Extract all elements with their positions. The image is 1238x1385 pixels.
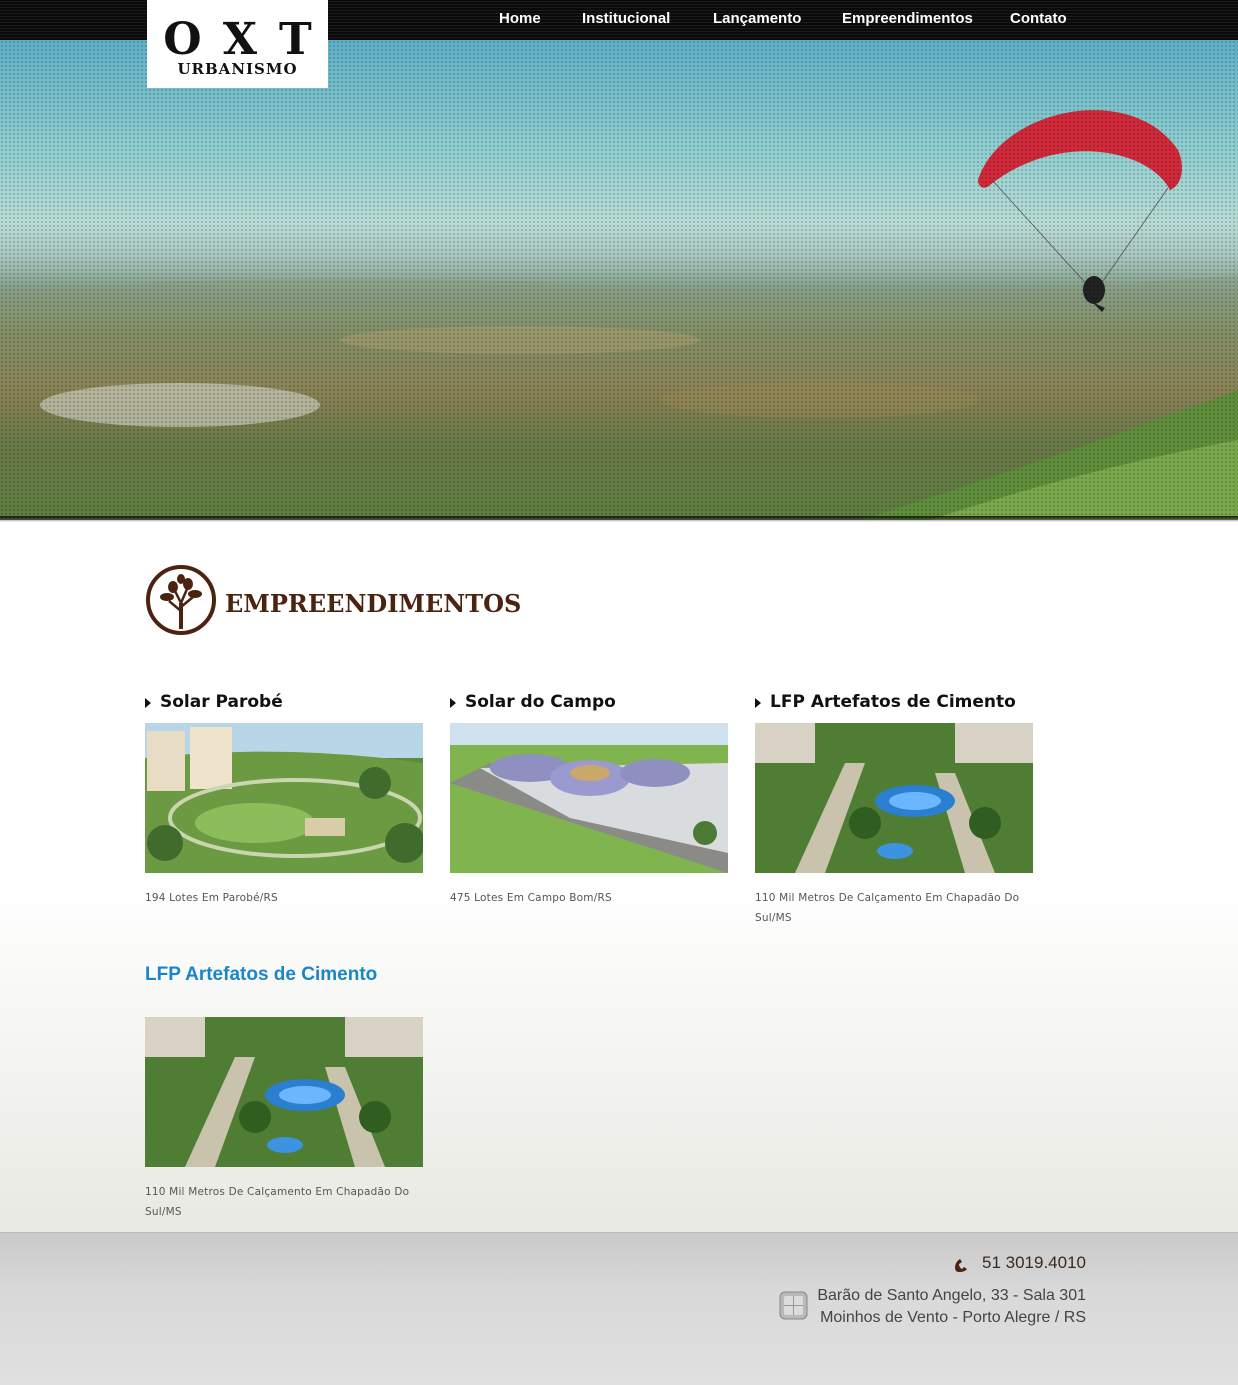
- nav-contato[interactable]: Contato: [1010, 10, 1067, 27]
- featured-title-link[interactable]: LFP Artefatos de Cimento: [145, 964, 377, 986]
- arrow-right-icon: [450, 698, 456, 708]
- nav-institucional[interactable]: Institucional: [582, 10, 670, 27]
- project-description: 194 Lotes Em Parobé/RS: [145, 892, 278, 904]
- project-image[interactable]: [755, 723, 1033, 873]
- tree-icon: [146, 565, 216, 635]
- phone-icon: [955, 1259, 967, 1273]
- logo[interactable]: OXT URBANISMO: [147, 0, 328, 88]
- hero-banner: [0, 40, 1238, 520]
- project-title[interactable]: Solar do Campo: [465, 692, 616, 712]
- project-image[interactable]: [145, 723, 423, 873]
- section-header: EMPREENDIMENTOS: [145, 563, 521, 637]
- featured-image[interactable]: [145, 1017, 423, 1167]
- hero-dot-overlay: [0, 40, 1238, 520]
- logo-subtitle: URBANISMO: [177, 60, 298, 78]
- project-title[interactable]: LFP Artefatos de Cimento: [770, 692, 1016, 712]
- address-line1: Barão de Santo Angelo, 33 - Sala 301: [817, 1287, 1086, 1304]
- logo-mark: OXT: [163, 14, 334, 65]
- project-image[interactable]: [450, 723, 728, 873]
- nav-empreendimentos[interactable]: Empreendimentos: [842, 10, 973, 27]
- nav-lancamento[interactable]: Lançamento: [713, 10, 801, 27]
- project-title[interactable]: Solar Parobé: [160, 692, 283, 712]
- arrow-right-icon: [755, 698, 761, 708]
- phone-number: 51 3019.4010: [982, 1253, 1086, 1272]
- footer: 51 3019.4010 Barão de Santo Angelo, 33 -…: [0, 1232, 1238, 1385]
- address: Barão de Santo Angelo, 33 - Sala 301 Moi…: [817, 1285, 1086, 1329]
- hero-divider: [0, 516, 1238, 522]
- address-book-icon: [779, 1291, 808, 1320]
- arrow-right-icon: [145, 698, 151, 708]
- nav-home[interactable]: Home: [499, 10, 541, 27]
- address-line2: Moinhos de Vento - Porto Alegre / RS: [820, 1309, 1086, 1326]
- section-title: EMPREENDIMENTOS: [225, 589, 522, 618]
- project-description: 475 Lotes Em Campo Bom/RS: [450, 892, 612, 904]
- featured-description: 110 Mil Metros De Calçamento Em Chapadão…: [145, 1186, 410, 1218]
- project-description: 110 Mil Metros De Calçamento Em Chapadão…: [755, 892, 1020, 924]
